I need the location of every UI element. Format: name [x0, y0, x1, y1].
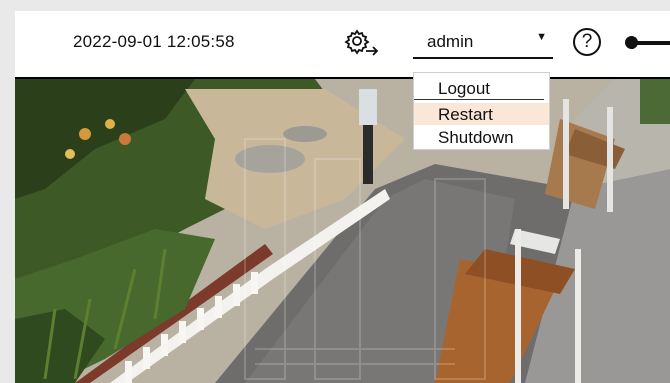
menu-item-logout[interactable]: Logout	[414, 77, 544, 100]
menu-item-restart[interactable]: Restart	[414, 103, 549, 125]
user-dropdown[interactable]: admin ▼	[413, 29, 553, 59]
help-button[interactable]: ?	[573, 28, 601, 56]
logout-icon	[625, 36, 638, 49]
gear-arrow-icon	[344, 29, 379, 56]
caret-down-icon: ▼	[536, 31, 547, 43]
question-icon: ?	[581, 31, 593, 52]
user-name: admin	[427, 32, 474, 51]
datetime-display: 2022-09-01 12:05:58	[73, 32, 235, 51]
settings-button[interactable]	[344, 27, 380, 59]
menu-item-shutdown[interactable]: Shutdown	[414, 126, 549, 148]
user-menu: Logout Restart Shutdown	[413, 72, 550, 150]
top-bar: 2022-09-01 12:05:58 admin ▼ ?	[15, 11, 670, 79]
camera-live-view[interactable]	[15, 79, 670, 383]
logout-icon-bar	[633, 41, 670, 45]
logout-button[interactable]	[625, 35, 670, 51]
camera-image	[15, 79, 670, 383]
